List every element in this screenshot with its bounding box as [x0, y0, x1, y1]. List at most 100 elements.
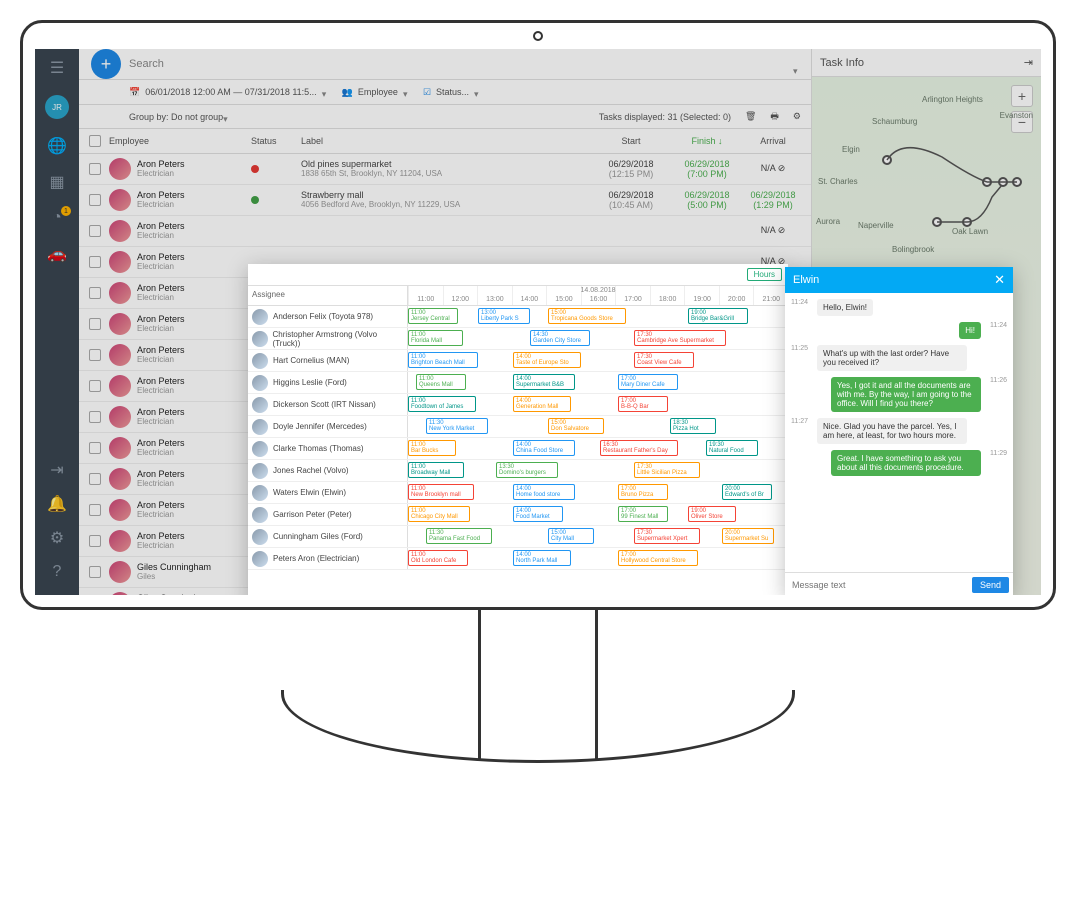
row-checkbox[interactable] [89, 504, 101, 516]
schedule-task[interactable]: 14:00Supermarket B&B [513, 374, 575, 390]
schedule-task[interactable]: 14:00North Park Mall [513, 550, 571, 566]
schedule-task[interactable]: 19:00Bridge Bar&Grill [688, 308, 748, 324]
expand-icon[interactable]: ⇥ [1024, 56, 1033, 69]
schedule-task[interactable]: 14:30Garden City Store [530, 330, 590, 346]
row-checkbox[interactable] [89, 535, 101, 547]
row-checkbox[interactable] [89, 318, 101, 330]
schedule-task[interactable]: 14:00Home food store [513, 484, 575, 500]
col-finish[interactable]: Finish ↓ [669, 136, 745, 146]
schedule-task[interactable]: 11:00Bar Bucks [408, 440, 456, 456]
schedule-task[interactable]: 15:00Tropicana Goods Store [548, 308, 626, 324]
schedule-task[interactable]: 11:00Chicago City Mall [408, 506, 470, 522]
add-button[interactable]: + [91, 49, 121, 79]
map-waypoint[interactable] [982, 177, 992, 187]
print-icon[interactable]: 🖶 [770, 109, 779, 125]
schedule-task[interactable]: 11:00Old London Cafe [408, 550, 468, 566]
date-filter[interactable]: 📅06/01/2018 12:00 AM — 07/31/2018 11:5..… [129, 87, 332, 98]
schedule-task[interactable]: 11:00New Brooklyn mall [408, 484, 474, 500]
col-status[interactable]: Status [251, 136, 301, 146]
table-row[interactable]: Aron PetersElectrician Strawberry mall40… [79, 185, 811, 216]
row-checkbox[interactable] [89, 411, 101, 423]
location-icon[interactable]: ◔1 [48, 209, 66, 227]
zoom-in-button[interactable]: + [1011, 85, 1033, 107]
schedule-task[interactable]: 17:30Little Sicilian Pizza [634, 462, 700, 478]
row-checkbox[interactable] [89, 442, 101, 454]
schedule-task[interactable]: 17:30Cambridge Ave Supermarket [634, 330, 726, 346]
schedule-task[interactable]: 11:30New York Market [426, 418, 488, 434]
chat-close-icon[interactable]: ✕ [994, 272, 1005, 288]
car-icon[interactable]: 🚗 [48, 245, 66, 263]
table-row[interactable]: Aron PetersElectrician Old pines superma… [79, 154, 811, 185]
search-input[interactable]: Search [129, 58, 785, 70]
logout-icon[interactable]: ⇥ [48, 461, 66, 479]
col-label[interactable]: Label [301, 136, 593, 146]
schedule-task[interactable]: 11:00Broadway Mall [408, 462, 464, 478]
col-start[interactable]: Start [593, 136, 669, 146]
send-button[interactable]: Send [972, 577, 1009, 593]
schedule-task[interactable]: 14:00Taste of Europe Sto [513, 352, 581, 368]
row-checkbox[interactable] [89, 349, 101, 361]
schedule-task[interactable]: 17:30Coast View Cafe [634, 352, 694, 368]
schedule-task[interactable]: 15:00City Mall [548, 528, 594, 544]
search-dropdown-icon[interactable] [793, 61, 803, 67]
employee-name: Aron Peters [137, 314, 185, 324]
schedule-task[interactable]: 20:00Edward's of Br [722, 484, 772, 500]
schedule-task[interactable]: 17:00B-B-Q Bar [618, 396, 668, 412]
chat-message-input[interactable] [789, 577, 972, 593]
schedule-task[interactable]: 17:0099 Finest Mall [618, 506, 668, 522]
settings-icon[interactable]: ⚙ [793, 111, 801, 122]
schedule-task[interactable]: 13:00Liberty Park S [478, 308, 530, 324]
table-row[interactable]: Aron PetersElectrician N/A ⊘ [79, 216, 811, 247]
schedule-task[interactable]: 11:00Brighton Beach Mall [408, 352, 478, 368]
schedule-task[interactable]: 17:00Hollywood Central Store [618, 550, 698, 566]
schedule-task[interactable]: 19:00Oliver Store [688, 506, 736, 522]
schedule-task[interactable]: 17:00Bruno Pizza [618, 484, 668, 500]
row-checkbox[interactable] [89, 473, 101, 485]
schedule-task[interactable]: 14:00Food Market [513, 506, 563, 522]
trash-icon[interactable]: 🗑 [745, 111, 756, 122]
group-by-select[interactable]: Do not group [171, 112, 223, 122]
col-arrival[interactable]: Arrival [745, 136, 801, 146]
schedule-task[interactable]: 17:00Mary Diner Cafe [618, 374, 678, 390]
employee-filter[interactable]: 👥Employee [342, 87, 413, 98]
schedule-task[interactable]: 18:30Pizza Hot [670, 418, 716, 434]
schedule-task[interactable]: 16:30Restaurant Father's Day [600, 440, 678, 456]
schedule-task[interactable]: 14:00Generation Mall [513, 396, 571, 412]
map-waypoint[interactable] [962, 217, 972, 227]
schedule-task[interactable]: 11:00Foodtown of James [408, 396, 476, 412]
schedule-task[interactable]: 11:00Jersey Central [408, 308, 458, 324]
map-waypoint[interactable] [882, 155, 892, 165]
status-filter[interactable]: ☑Status... [423, 87, 484, 98]
row-checkbox[interactable] [89, 225, 101, 237]
schedule-avatar [252, 331, 268, 347]
menu-icon[interactable]: ☰ [48, 59, 66, 77]
schedule-task[interactable]: 11:00Queens Mall [416, 374, 466, 390]
map-waypoint[interactable] [1012, 177, 1022, 187]
row-checkbox[interactable] [89, 163, 101, 175]
schedule-task[interactable]: 20:00Supermarket Su [722, 528, 774, 544]
row-checkbox[interactable] [89, 566, 101, 578]
map-waypoint[interactable] [998, 177, 1008, 187]
user-avatar[interactable]: JR [45, 95, 69, 119]
row-checkbox[interactable] [89, 287, 101, 299]
employee-name: Aron Peters [137, 221, 185, 231]
col-employee[interactable]: Employee [101, 136, 251, 146]
globe-icon[interactable]: 🌐 [48, 137, 66, 155]
schedule-task[interactable]: 13:30Domino's burgers [496, 462, 558, 478]
schedule-task[interactable]: 11:00Florida Mall [408, 330, 463, 346]
schedule-task[interactable]: 15:00Don Salvatore [548, 418, 604, 434]
row-checkbox[interactable] [89, 256, 101, 268]
row-checkbox[interactable] [89, 194, 101, 206]
schedule-task[interactable]: 14:00China Food Store [513, 440, 575, 456]
schedule-task[interactable]: 11:30Panama Fast Food [426, 528, 492, 544]
help-icon[interactable]: ? [48, 563, 66, 581]
schedule-task[interactable]: 19:30Natural Food [706, 440, 758, 456]
chart-icon[interactable]: ▦ [48, 173, 66, 191]
map-waypoint[interactable] [932, 217, 942, 227]
row-checkbox[interactable] [89, 380, 101, 392]
gear-icon[interactable]: ⚙ [48, 529, 66, 547]
bell-icon[interactable]: 🔔 [48, 495, 66, 513]
hours-toggle[interactable]: Hours [747, 268, 782, 281]
select-all-checkbox[interactable] [89, 135, 101, 147]
schedule-task[interactable]: 17:30Supermarket Xpert [634, 528, 700, 544]
